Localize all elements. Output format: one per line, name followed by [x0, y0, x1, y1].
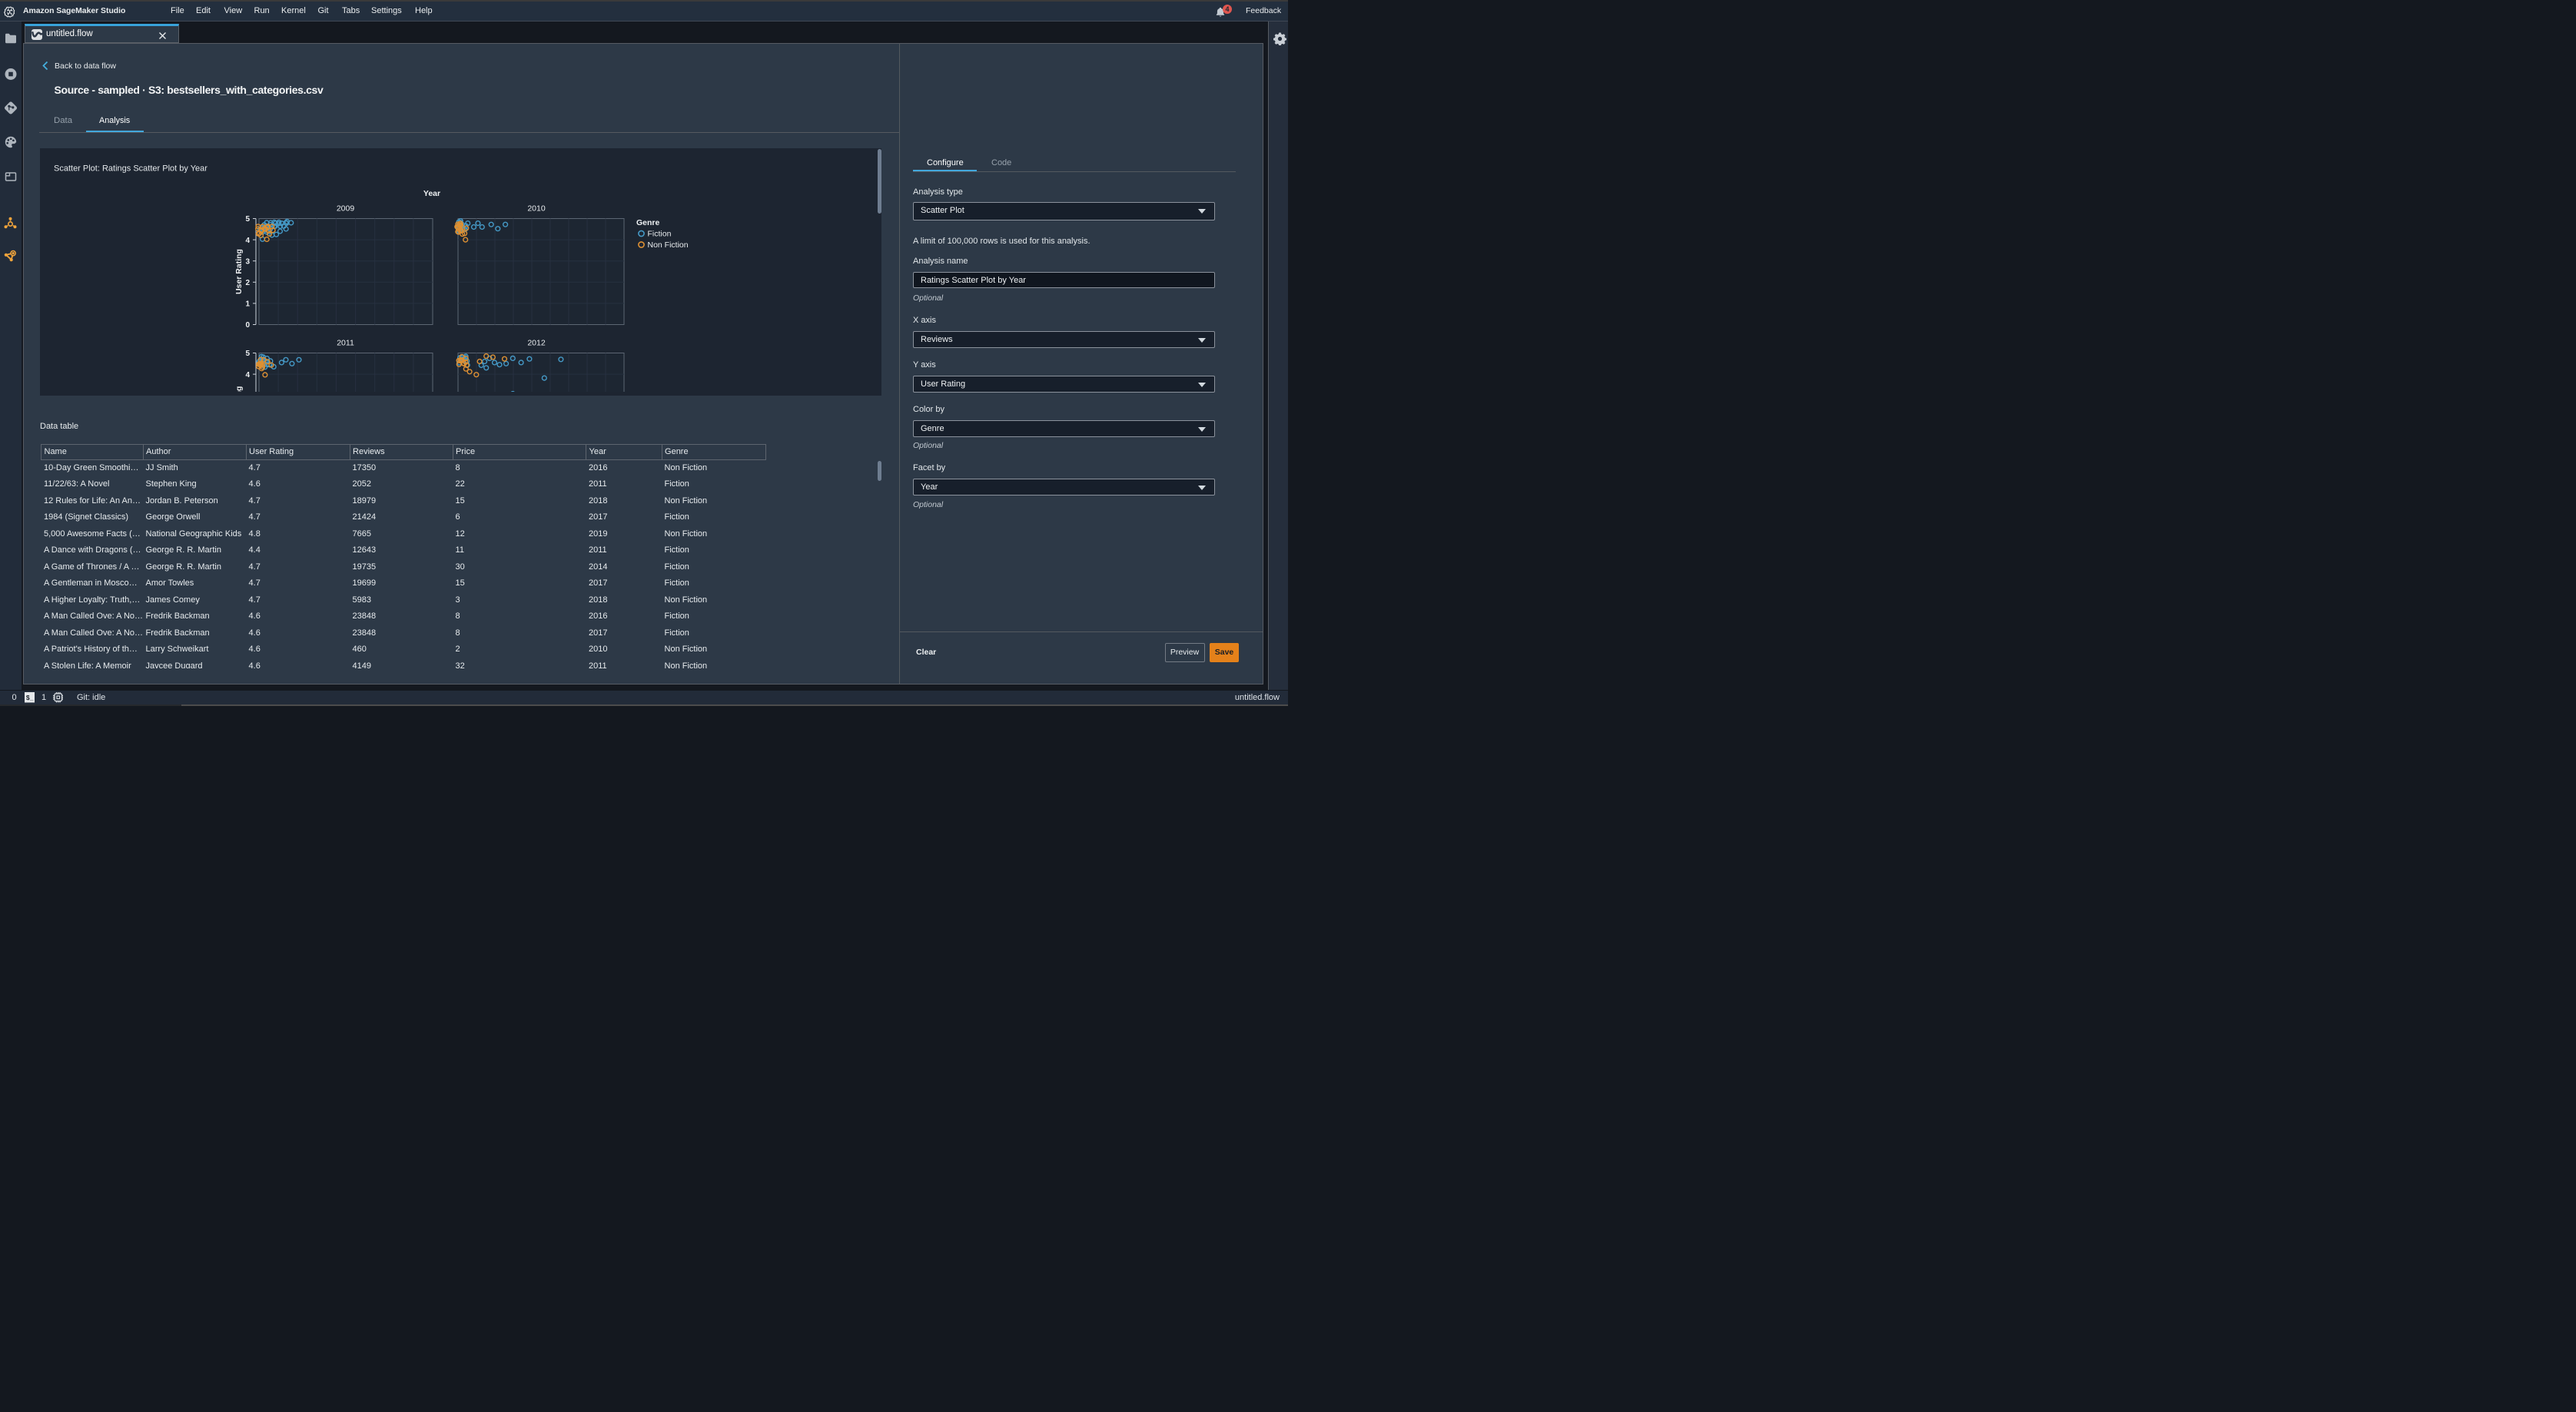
svg-text:User Rating: User Rating — [234, 386, 244, 396]
svg-text:2: 2 — [245, 279, 250, 287]
svg-text:1: 1 — [245, 300, 250, 308]
svg-text:Year: Year — [423, 189, 440, 198]
svg-text:0: 0 — [245, 321, 250, 330]
svg-text:2009: 2009 — [337, 204, 355, 213]
svg-text:4: 4 — [245, 370, 250, 379]
svg-text:Fiction: Fiction — [648, 229, 672, 238]
svg-text:User Rating: User Rating — [234, 249, 244, 294]
svg-text:Non Fiction: Non Fiction — [648, 240, 689, 250]
svg-text:4: 4 — [245, 236, 250, 244]
svg-text:5: 5 — [245, 350, 250, 358]
svg-text:$_: $_ — [25, 694, 33, 701]
svg-text:Genre: Genre — [636, 218, 660, 227]
svg-text:Scatter Plot: Ratings Scatter: Scatter Plot: Ratings Scatter Plot by Ye… — [54, 164, 207, 173]
svg-text:2010: 2010 — [527, 204, 546, 213]
svg-text:5: 5 — [245, 215, 250, 224]
svg-text:2011: 2011 — [337, 338, 354, 347]
svg-text:2012: 2012 — [527, 338, 546, 347]
svg-text:3: 3 — [245, 257, 250, 266]
